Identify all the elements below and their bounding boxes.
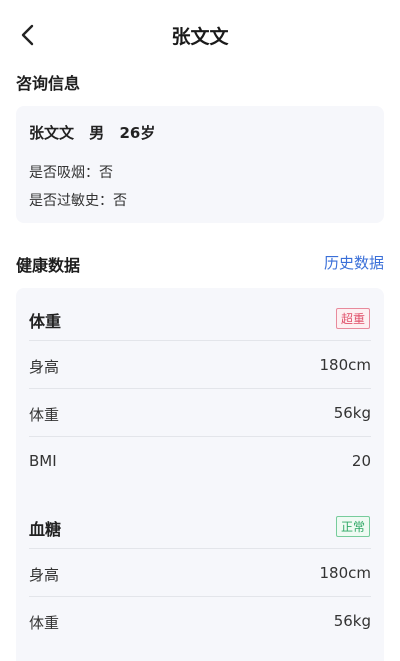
patient-summary: 张文文 男 26岁 (29, 122, 165, 143)
row-value: 20 (351, 452, 371, 470)
data-row: 体重 56kg (29, 388, 371, 436)
row-label: 体重 (29, 406, 60, 424)
data-row: 体重 56kg (29, 596, 371, 644)
data-row: 身高 180cm (29, 548, 371, 596)
row-label: 体重 (29, 614, 60, 632)
row-label: BMI (29, 452, 57, 470)
health-data-card: 体重 超重 身高 180cm 体重 56kg BMI 20 血糖 正常 身高 1… (16, 288, 384, 661)
data-row: BMI 20 (29, 436, 371, 484)
row-label: 身高 (29, 566, 60, 584)
health-group-blood-sugar: 血糖 正常 身高 180cm 体重 56kg (16, 496, 384, 644)
status-badge: 超重 (335, 308, 370, 329)
row-value: 180cm (319, 564, 372, 582)
allergy-info: 是否过敏史：否 (29, 193, 127, 209)
patient-age: 26岁 (119, 124, 156, 142)
consult-detail-page: 张文文 咨询信息 张文文 男 26岁 是否吸烟：否 是否过敏史：否 健康数据 历… (0, 0, 400, 661)
status-badge: 正常 (335, 516, 370, 537)
row-value: 180cm (319, 356, 372, 374)
group-name: 体重 (29, 312, 62, 331)
group-header: 血糖 正常 (16, 496, 384, 548)
group-name: 血糖 (29, 520, 62, 539)
patient-name: 张文文 (29, 124, 75, 142)
consult-section-title: 咨询信息 (16, 74, 81, 93)
page-title: 张文文 (171, 26, 229, 48)
patient-gender: 男 (89, 124, 105, 142)
data-row: 身高 180cm (29, 340, 371, 388)
row-label: 身高 (29, 358, 60, 376)
health-section-title: 健康数据 (16, 256, 81, 275)
health-group-weight: 体重 超重 身高 180cm 体重 56kg BMI 20 (16, 288, 384, 484)
row-value: 56kg (333, 612, 371, 630)
group-header: 体重 超重 (16, 288, 384, 340)
nav-bar: 张文文 (0, 0, 400, 68)
row-value: 56kg (333, 404, 371, 422)
smoking-info: 是否吸烟：否 (29, 165, 113, 181)
history-data-link[interactable]: 历史数据 (324, 252, 384, 273)
consult-info-card: 张文文 男 26岁 是否吸烟：否 是否过敏史：否 (16, 106, 384, 223)
